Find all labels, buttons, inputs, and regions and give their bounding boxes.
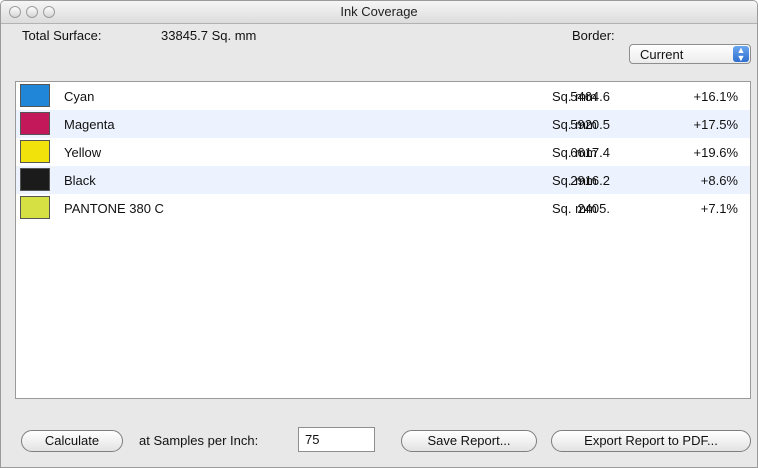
ink-area-unit: Sq. mm [552,145,597,160]
ink-name: Yellow [64,145,102,160]
window-title: Ink Coverage [340,4,418,19]
ink-area-unit: Sq. mm [552,117,597,132]
ink-area-unit: Sq. mm [552,173,597,188]
total-surface-value: 33845.7 Sq. mm [161,28,257,43]
border-select-value: Current [640,47,684,62]
ink-name: PANTONE 380 C [64,201,164,216]
ink-name: Cyan [64,89,95,104]
ink-percent: +8.6% [700,173,738,188]
save-report-button[interactable]: Save Report... [401,430,537,452]
color-swatch [20,84,50,107]
color-swatch [20,196,50,219]
border-label: Border: [572,28,615,43]
color-swatch [20,168,50,191]
ink-name: Magenta [64,117,115,132]
calculate-button[interactable]: Calculate [21,430,123,452]
ink-row-cyan[interactable]: Cyan 5464.6 Sq. mm +16.1% [16,82,750,110]
samples-per-inch-input[interactable]: 75 [298,427,375,452]
total-surface-label: Total Surface: [22,28,102,43]
color-swatch [20,140,50,163]
ink-percent: +19.6% [693,145,738,160]
ink-row-magenta[interactable]: Magenta 5920.5 Sq. mm +17.5% [16,110,750,138]
ink-area-unit: Sq. mm [552,89,597,104]
up-down-arrows-icon: ▲ ▼ [733,46,749,63]
ink-row-yellow[interactable]: Yellow 6617.4 Sq. mm +19.6% [16,138,750,166]
ink-percent: +17.5% [693,117,738,132]
ink-row-pantone-380c[interactable]: PANTONE 380 C 2405. Sq. mm +7.1% [16,194,750,222]
ink-row-black[interactable]: Black 2916.2 Sq. mm +8.6% [16,166,750,194]
ink-area-unit: Sq. mm [552,201,597,216]
title-bar[interactable]: Ink Coverage [1,1,757,24]
ink-percent: +7.1% [700,201,738,216]
ink-percent: +16.1% [693,89,738,104]
ink-name: Black [64,173,96,188]
ink-list[interactable]: Cyan 5464.6 Sq. mm +16.1% Magenta 5920.5… [15,81,751,399]
samples-per-inch-label: at Samples per Inch: [139,433,259,448]
color-swatch [20,112,50,135]
export-report-pdf-button[interactable]: Export Report to PDF... [551,430,751,452]
border-select[interactable]: Current ▲ ▼ [629,44,751,64]
